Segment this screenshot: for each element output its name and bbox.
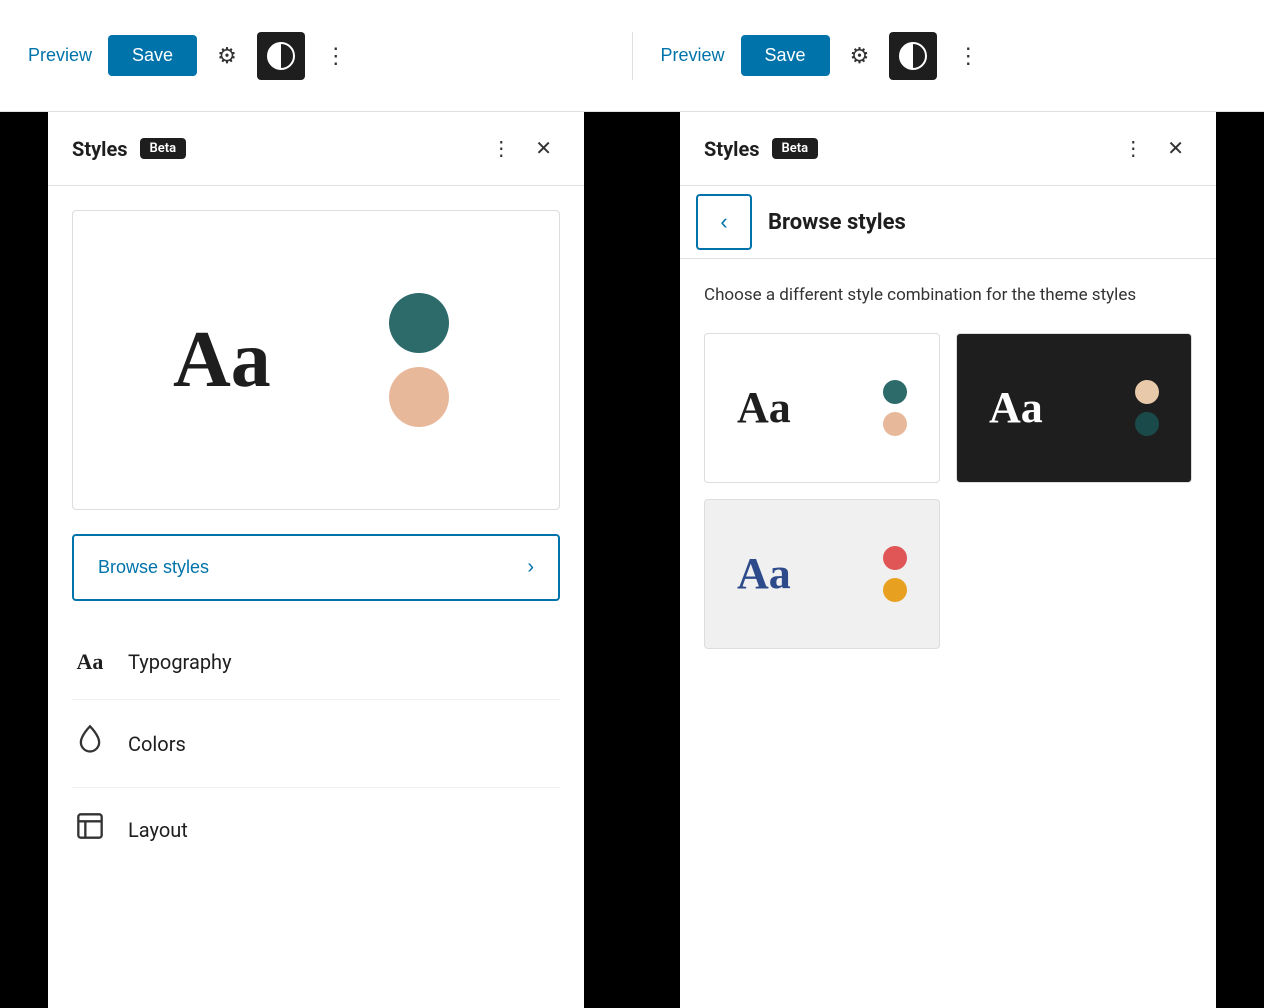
style-card-light[interactable]: Aa bbox=[704, 333, 940, 483]
typography-item[interactable]: Aa Typography bbox=[72, 625, 560, 700]
card-circle-peach-1 bbox=[883, 412, 907, 436]
left-beta-badge: Beta bbox=[140, 138, 187, 159]
contrast-icon-left bbox=[267, 42, 295, 70]
contrast-button-left[interactable] bbox=[257, 32, 305, 80]
card-aa-colorful: Aa bbox=[737, 548, 791, 599]
style-items-list: Aa Typography Colors bbox=[48, 625, 584, 871]
typography-icon: Aa bbox=[72, 649, 108, 675]
black-strip-center bbox=[584, 112, 680, 1008]
circle-peach bbox=[389, 367, 449, 427]
right-toolbar-section: Preview Save ⚙ ⋮ bbox=[632, 32, 1264, 80]
layout-icon bbox=[72, 812, 108, 847]
style-preview-card: Aa bbox=[72, 210, 560, 510]
black-strip-left bbox=[0, 112, 48, 1008]
left-panel-more-button[interactable]: ⋮ bbox=[483, 132, 519, 165]
right-panel-actions: ⋮ ✕ bbox=[1115, 132, 1192, 165]
browse-header-title: Browse styles bbox=[768, 210, 906, 235]
preview-button-left[interactable]: Preview bbox=[24, 37, 96, 74]
style-card-dark[interactable]: Aa bbox=[956, 333, 1192, 483]
save-button-right[interactable]: Save bbox=[741, 35, 830, 76]
right-panel-content: ‹ Browse styles Choose a different style… bbox=[680, 186, 1216, 1008]
chevron-right-icon: › bbox=[527, 556, 534, 579]
right-panel: Styles Beta ⋮ ✕ ‹ Browse styles Choose a… bbox=[680, 112, 1216, 1008]
card-aa-dark: Aa bbox=[989, 382, 1043, 433]
main-toolbar: Preview Save ⚙ ⋮ Preview Save ⚙ ⋮ bbox=[0, 0, 1264, 112]
left-panel-header: Styles Beta ⋮ ✕ bbox=[48, 112, 584, 186]
card-circle-teal-2 bbox=[1135, 412, 1159, 436]
style-cards-grid: Aa Aa Aa bbox=[680, 309, 1216, 673]
circle-teal bbox=[389, 293, 449, 353]
right-panel-header: Styles Beta ⋮ ✕ bbox=[680, 112, 1216, 186]
colors-label: Colors bbox=[128, 732, 186, 756]
right-panel-close-button[interactable]: ✕ bbox=[1159, 132, 1192, 165]
contrast-button-right[interactable] bbox=[889, 32, 937, 80]
layout-item[interactable]: Layout bbox=[72, 788, 560, 871]
save-button-left[interactable]: Save bbox=[108, 35, 197, 76]
card-circle-orange bbox=[883, 578, 907, 602]
card-circle-peach-2 bbox=[1135, 380, 1159, 404]
more-button-right[interactable]: ⋮ bbox=[949, 35, 987, 77]
colors-item[interactable]: Colors bbox=[72, 700, 560, 788]
right-panel-title: Styles bbox=[704, 137, 760, 161]
preview-circles bbox=[389, 293, 449, 427]
gear-button-right[interactable]: ⚙ bbox=[842, 35, 878, 77]
browse-description: Choose a different style combination for… bbox=[680, 259, 1216, 309]
right-panel-more-button[interactable]: ⋮ bbox=[1115, 132, 1151, 165]
card-circles-dark bbox=[1135, 380, 1159, 436]
layout-label: Layout bbox=[128, 818, 188, 842]
left-panel: Styles Beta ⋮ ✕ Aa Browse styles › Aa Ty… bbox=[48, 112, 584, 1008]
browse-styles-label: Browse styles bbox=[98, 557, 209, 578]
black-strip-right bbox=[1216, 112, 1264, 1008]
browse-styles-button[interactable]: Browse styles › bbox=[72, 534, 560, 601]
preview-button-right[interactable]: Preview bbox=[657, 37, 729, 74]
right-beta-badge: Beta bbox=[772, 138, 819, 159]
style-card-colorful[interactable]: Aa bbox=[704, 499, 940, 649]
chevron-left-icon: ‹ bbox=[720, 209, 727, 235]
main-content: Styles Beta ⋮ ✕ Aa Browse styles › Aa Ty… bbox=[0, 112, 1264, 1008]
card-circles-light bbox=[883, 380, 907, 436]
back-button[interactable]: ‹ bbox=[696, 194, 752, 250]
preview-aa-text: Aa bbox=[173, 315, 271, 406]
left-toolbar-section: Preview Save ⚙ ⋮ bbox=[0, 32, 632, 80]
left-panel-actions: ⋮ ✕ bbox=[483, 132, 560, 165]
card-circles-colorful bbox=[883, 546, 907, 602]
browse-header-row: ‹ Browse styles bbox=[680, 186, 1216, 259]
card-circle-teal-1 bbox=[883, 380, 907, 404]
gear-button-left[interactable]: ⚙ bbox=[209, 35, 245, 77]
left-panel-close-button[interactable]: ✕ bbox=[527, 132, 560, 165]
more-button-left[interactable]: ⋮ bbox=[317, 35, 355, 77]
left-panel-title: Styles bbox=[72, 137, 128, 161]
card-aa-light: Aa bbox=[737, 382, 791, 433]
typography-label: Typography bbox=[128, 650, 232, 674]
contrast-icon-right bbox=[899, 42, 927, 70]
droplet-icon bbox=[72, 724, 108, 763]
card-circle-red bbox=[883, 546, 907, 570]
